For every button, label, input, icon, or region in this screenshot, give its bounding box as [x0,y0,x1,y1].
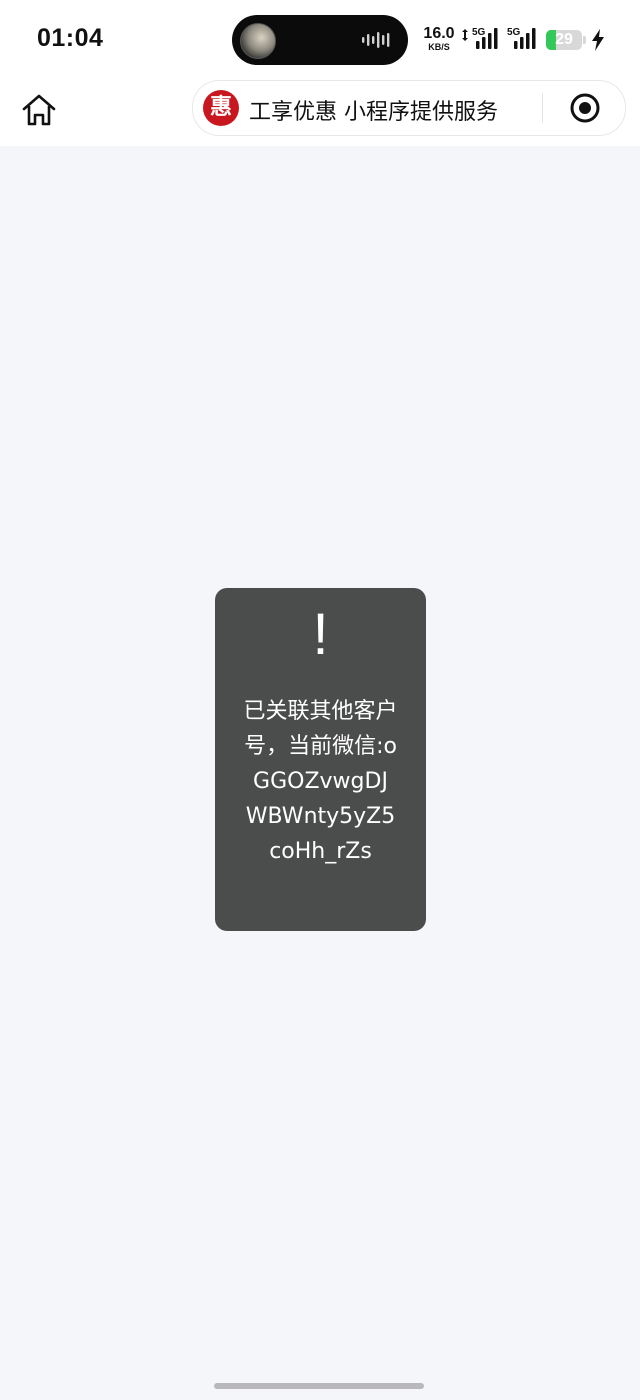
network-speed-unit: KB/S [428,42,450,52]
home-icon[interactable] [20,92,58,128]
status-bar: 01:04 16.0 KB/S 5G 5G 29 [0,0,640,78]
charging-bolt-icon [592,29,604,51]
mini-program-logo[interactable]: 惠 [203,90,239,126]
exclamation-icon: ! [312,602,329,667]
status-time: 01:04 [37,24,104,52]
mini-program-capsule: 惠 工享优惠 小程序提供服务 [192,80,626,136]
mini-program-nav-bar: 惠 工享优惠 小程序提供服务 [0,78,640,146]
network-speed: 16.0 KB/S [423,26,455,52]
data-transfer-icon [462,29,468,41]
battery-icon: 29 [546,30,582,50]
audio-wave-icon [362,32,390,48]
capsule-divider [542,93,543,123]
error-toast: ! 已关联其他客户号，当前微信:oGGOZvwgDJWBWnty5yZ5coHh… [215,588,426,931]
sim2-signal-icon [514,28,536,49]
toast-message: 已关联其他客户号，当前微信:oGGOZvwgDJWBWnty5yZ5coHh_r… [243,699,398,864]
battery-level: 29 [555,31,573,48]
dynamic-island[interactable] [232,15,408,65]
home-indicator[interactable] [214,1383,424,1389]
battery-cap [583,36,586,44]
mini-program-provider-title[interactable]: 工享优惠 小程序提供服务 [249,94,498,126]
sim1-signal-icon [476,28,498,49]
target-icon[interactable] [569,92,601,124]
network-speed-value: 16.0 [423,25,455,42]
media-thumbnail [240,23,276,59]
